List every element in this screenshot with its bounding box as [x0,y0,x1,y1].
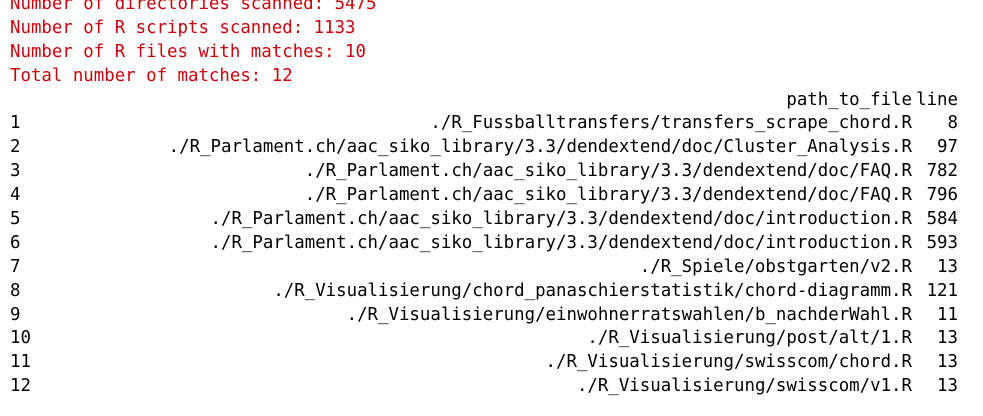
row-path-to-file: ./R_Parlament.ch/aac_siko_library/3.3/de… [168,137,912,158]
table-row: 9 ./R_Visualisierung/einwohnerratswahlen/… [10,304,970,328]
message-files-with-matches: Number of R files with matches: 10 [10,41,366,62]
r-console-output: Number of directories scanned: 5475 Numb… [10,0,970,399]
table-row: 2 ./R_Parlament.ch/aac_siko_library/3.3/d… [10,136,970,160]
table-row: 3 ./R_Parlament.ch/aac_siko_library/3.3/d… [10,160,970,184]
row-path-to-file: ./R_Visualisierung/swisscom/v1.R [576,376,912,397]
table-row: 6 ./R_Parlament.ch/aac_siko_library/3.3/d… [10,232,970,256]
row-path-to-file: ./R_Parlament.ch/aac_siko_library/3.3/de… [210,232,913,253]
table-row: 8 ./R_Visualisierung/chord_panaschierstat… [10,280,970,304]
row-index: 6 [10,232,21,253]
table-row: 5 ./R_Parlament.ch/aac_siko_library/3.3/d… [10,208,970,232]
message-total-matches: Total number of matches: 12 [10,65,293,86]
row-index: 2 [10,137,21,158]
row-path-to-file: ./R_Visualisierung/einwohnerratswahlen/b… [346,304,912,325]
row-index: 8 [10,280,21,301]
row-path-to-file: ./R_Visualisierung/post/alt/1.R [587,328,912,349]
row-line-number: 13 [937,376,958,397]
row-path-to-file: ./R_Visualisierung/swisscom/chord.R [545,352,912,373]
table-row: 11 ./R_Visualisierung/swisscom/chord.R 13 [10,351,970,375]
row-line-number: 13 [937,328,958,349]
row-line-number: 13 [937,352,958,373]
table-body: 1 ./R_Fussballtransfers/transfers_scrape_… [10,112,970,399]
row-index: 4 [10,185,21,206]
row-path-to-file: ./R_Visualisierung/chord_panaschierstati… [273,280,912,301]
table-header: path_to_file line [10,89,970,113]
row-line-number: 593 [926,232,958,253]
row-path-to-file: ./R_Spiele/obstgarten/v2.R [639,256,912,277]
row-index: 11 [10,352,31,373]
row-index: 9 [10,304,21,325]
message-directories: Number of directories scanned: 5475 [10,0,377,14]
row-index: 5 [10,209,21,230]
row-line-number: 11 [937,304,958,325]
row-line-number: 97 [937,137,958,158]
row-path-to-file: ./R_Parlament.ch/aac_siko_library/3.3/de… [304,185,912,206]
message-scripts: Number of R scripts scanned: 1133 [10,17,356,38]
row-line-number: 121 [926,280,958,301]
row-index: 7 [10,256,21,277]
row-index: 3 [10,161,21,182]
row-index: 12 [10,376,31,397]
table-row: 10 ./R_Visualisierung/post/alt/1.R 13 [10,327,970,351]
row-index: 10 [10,328,31,349]
row-line-number: 584 [926,209,958,230]
table-row: 1 ./R_Fussballtransfers/transfers_scrape_… [10,112,970,136]
table-row: 12 ./R_Visualisierung/swisscom/v1.R 13 [10,375,970,399]
row-index: 1 [10,113,21,134]
row-path-to-file: ./R_Parlament.ch/aac_siko_library/3.3/de… [304,161,912,182]
table-row: 4 ./R_Parlament.ch/aac_siko_library/3.3/d… [10,184,970,208]
column-header-path-to-file: path_to_file [786,89,912,110]
row-path-to-file: ./R_Fussballtransfers/transfers_scrape_c… [430,113,912,134]
row-path-to-file: ./R_Parlament.ch/aac_siko_library/3.3/de… [210,209,913,230]
row-line-number: 796 [926,185,958,206]
row-line-number: 782 [926,161,958,182]
table-row: 7 ./R_Spiele/obstgarten/v2.R 13 [10,256,970,280]
row-line-number: 13 [937,256,958,277]
column-header-line: line [916,89,958,110]
row-line-number: 8 [947,113,958,134]
